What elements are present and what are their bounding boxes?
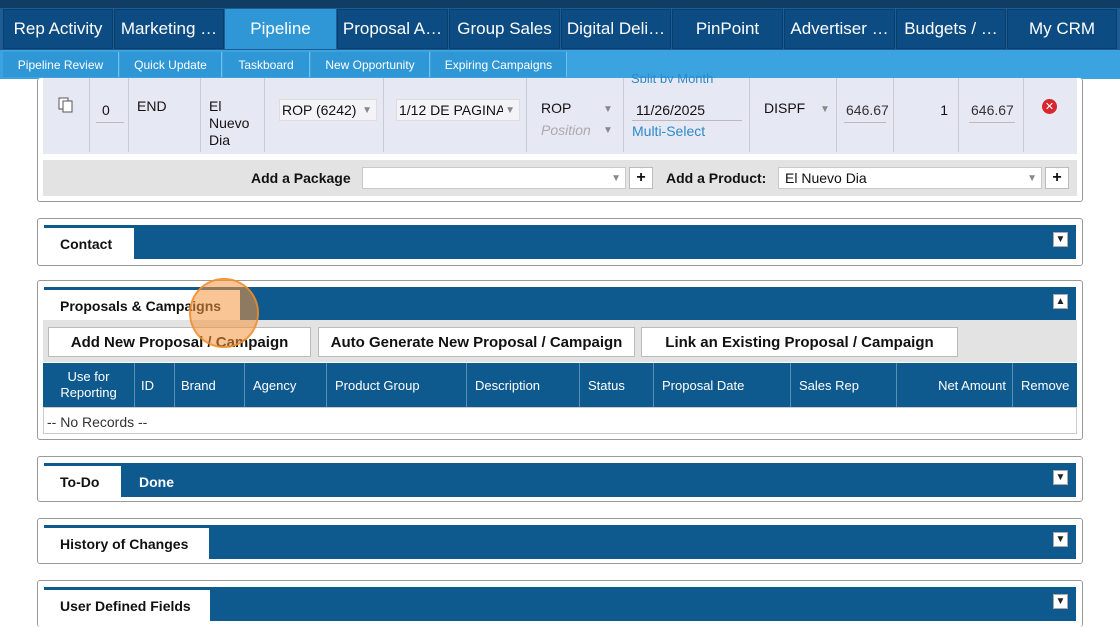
col-proposal-date[interactable]: Proposal Date <box>654 363 791 407</box>
col-use-for-reporting[interactable]: Use for Reporting <box>43 363 135 407</box>
expand-icon[interactable]: ▼ <box>1053 470 1068 485</box>
nav-tab-budgets[interactable]: Budgets / … <box>896 9 1006 49</box>
publication-name: El Nuevo Dia <box>209 98 250 148</box>
expand-icon[interactable]: ▼ <box>1053 594 1068 609</box>
product-select[interactable]: El Nuevo Dia ▼ <box>778 167 1042 189</box>
insertion-date[interactable]: 11/26/2025 <box>636 102 705 118</box>
top-strip <box>0 0 1120 8</box>
no-records-text: -- No Records -- <box>47 414 148 430</box>
add-product-button[interactable]: + <box>1045 167 1069 189</box>
col-remove[interactable]: Remove <box>1013 363 1077 407</box>
contact-tab[interactable]: Contact <box>44 228 134 259</box>
click-indicator <box>189 278 259 348</box>
chevron-down-icon: ▼ <box>1027 172 1037 184</box>
add-package-label: Add a Package <box>251 170 351 186</box>
nav-tab-advertiser[interactable]: Advertiser … <box>784 9 895 49</box>
package-select[interactable]: ▼ <box>362 167 626 189</box>
nav-tab-marketing[interactable]: Marketing … <box>114 9 224 49</box>
quantity-input[interactable]: 0 <box>102 102 110 118</box>
done-tab[interactable]: Done <box>123 466 190 497</box>
rate-code-select[interactable]: DISPF <box>764 100 805 116</box>
nav-tab-digital[interactable]: Digital Deli… <box>561 9 671 49</box>
remove-line-icon[interactable]: ✕ <box>1042 99 1057 114</box>
subtab-taskboard[interactable]: Taskboard <box>223 52 310 77</box>
add-package-button[interactable]: + <box>629 167 653 189</box>
col-brand[interactable]: Brand <box>175 363 245 407</box>
chevron-down-icon: ▼ <box>611 172 621 184</box>
add-product-label: Add a Product: <box>666 170 767 186</box>
col-status[interactable]: Status <box>580 363 654 407</box>
col-description[interactable]: Description <box>467 363 580 407</box>
chevron-down-icon: ▼ <box>505 104 515 116</box>
nav-tab-pipeline[interactable]: Pipeline <box>225 9 336 49</box>
product-line-row: 0 END El Nuevo Dia ROP (6242) ▼ 1/12 DE … <box>43 73 1077 154</box>
ad-size-select[interactable]: ROP (6242) ▼ <box>279 99 377 121</box>
collapse-icon[interactable]: ▲ <box>1053 294 1068 309</box>
todo-tab[interactable]: To-Do <box>44 466 121 497</box>
nav-tab-my-crm[interactable]: My CRM <box>1007 9 1117 49</box>
total-input[interactable]: 646.67 <box>971 102 1015 118</box>
qty-value: 1 <box>940 102 948 118</box>
chevron-down-icon: ▼ <box>820 104 830 115</box>
expand-icon[interactable]: ▼ <box>1053 232 1068 247</box>
udf-tab[interactable]: User Defined Fields <box>44 590 210 621</box>
col-product-group[interactable]: Product Group <box>327 363 467 407</box>
subtab-new-opportunity[interactable]: New Opportunity <box>311 52 430 77</box>
position-select[interactable]: Position <box>541 122 591 138</box>
nav-tab-proposal[interactable]: Proposal A… <box>337 9 448 49</box>
rate-input[interactable]: 646.67 <box>846 102 888 118</box>
todo-panel: To-Do Done ▼ <box>37 456 1083 502</box>
subtab-expiring-campaigns[interactable]: Expiring Campaigns <box>431 52 567 77</box>
col-sales-rep[interactable]: Sales Rep <box>791 363 897 407</box>
section-select[interactable]: ROP <box>541 100 571 116</box>
multi-select-link[interactable]: Multi-Select <box>632 123 705 139</box>
history-panel: History of Changes ▼ <box>37 518 1083 564</box>
chevron-down-icon: ▼ <box>603 104 613 115</box>
col-net-amount[interactable]: Net Amount <box>897 363 1013 407</box>
chevron-down-icon: ▼ <box>362 104 372 116</box>
nav-tab-rep-activity[interactable]: Rep Activity <box>3 9 113 49</box>
history-tab[interactable]: History of Changes <box>44 528 209 559</box>
expand-icon[interactable]: ▼ <box>1053 532 1068 547</box>
contact-panel: Contact ▼ <box>37 218 1083 266</box>
copy-icon[interactable] <box>58 97 74 113</box>
subtab-quick-update[interactable]: Quick Update <box>120 52 222 77</box>
chevron-down-icon: ▼ <box>603 125 613 136</box>
link-existing-proposal-button[interactable]: Link an Existing Proposal / Campaign <box>641 327 958 357</box>
col-id[interactable]: ID <box>135 363 175 407</box>
nav-tab-group-sales[interactable]: Group Sales <box>449 9 560 49</box>
proposals-table-header: Use for Reporting ID Brand Agency Produc… <box>43 363 1077 407</box>
col-agency[interactable]: Agency <box>245 363 327 407</box>
add-new-proposal-button[interactable]: Add New Proposal / Campaign <box>48 327 311 357</box>
add-package-row: Add a Package ▼ + Add a Product: El Nuev… <box>43 160 1077 196</box>
split-by-month-link[interactable]: Split by Month <box>631 73 713 83</box>
udf-panel: User Defined Fields ▼ <box>37 580 1083 627</box>
issue-type: END <box>137 98 167 114</box>
nav-tab-pinpoint[interactable]: PinPoint <box>672 9 783 49</box>
ad-description-select[interactable]: 1/12 DE PAGINA ▼ <box>396 99 520 121</box>
auto-generate-proposal-button[interactable]: Auto Generate New Proposal / Campaign <box>318 327 635 357</box>
proposals-table-body: -- No Records -- <box>43 407 1077 434</box>
subtab-pipeline-review[interactable]: Pipeline Review <box>3 52 119 77</box>
